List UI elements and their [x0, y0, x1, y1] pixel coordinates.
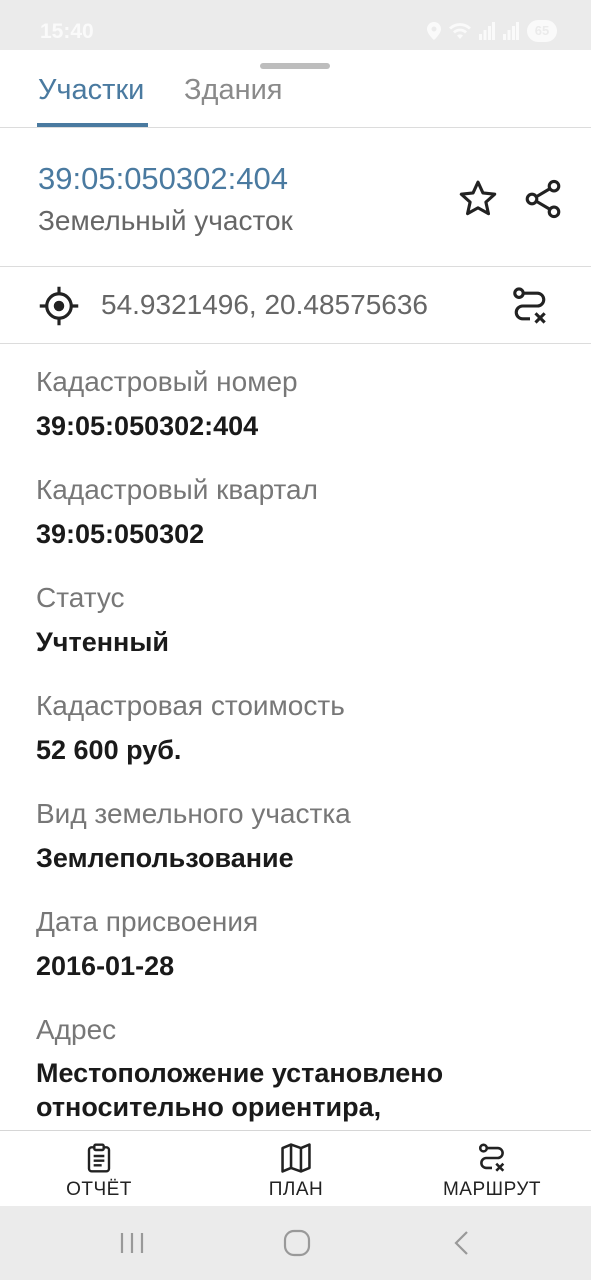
signal-icon: [503, 22, 519, 40]
bottom-nav: ОТЧЁТ ПЛАН МАРШРУТ: [0, 1130, 591, 1206]
field-land-type: Вид земельного участка Землепользование: [36, 792, 566, 900]
location-icon: [427, 22, 441, 40]
tab-parcels[interactable]: Участки: [38, 74, 144, 128]
coordinates-text: 54.9321496, 20.48575636: [101, 289, 428, 320]
field-address: Адрес Местоположение установлено относит…: [36, 1008, 566, 1122]
field-value: 39:05:050302: [36, 519, 205, 549]
share-icon[interactable]: [520, 177, 566, 221]
signal-icon: [479, 22, 495, 40]
active-tab-indicator: [37, 123, 148, 127]
field-label: Адрес: [36, 1014, 117, 1045]
field-value: 39:05:050302:404: [36, 411, 259, 441]
field-value: 2016-01-28: [36, 951, 175, 981]
status-icons: 65: [427, 20, 557, 42]
field-cadastral-value: Кадастровая стоимость 52 600 руб.: [36, 684, 566, 792]
back-icon[interactable]: [450, 1228, 474, 1258]
map-icon: [245, 1141, 347, 1175]
field-label: Кадастровая стоимость: [36, 690, 345, 721]
parcel-header: 39:05:050302:404 Земельный участок: [0, 128, 591, 267]
route-cancel-icon[interactable]: [508, 284, 552, 328]
tab-buildings[interactable]: Здания: [184, 74, 282, 128]
nav-label: ПЛАН: [268, 1179, 324, 1200]
parcel-type: Земельный участок: [38, 205, 293, 236]
field-value-line: относительно ориентира,: [36, 1092, 382, 1122]
field-value-line: Местоположение установлено: [36, 1058, 444, 1088]
nav-label: МАРШРУТ: [442, 1179, 542, 1200]
field-status: Статус Учтенный: [36, 576, 566, 684]
field-label: Дата присвоения: [36, 906, 259, 937]
field-assignment-date: Дата присвоения 2016-01-28: [36, 900, 566, 1008]
field-cadastral-quarter: Кадастровый квартал 39:05:050302: [36, 468, 566, 576]
home-icon[interactable]: [282, 1228, 312, 1258]
status-time: 15:40: [40, 20, 94, 43]
coordinates-row[interactable]: 54.9321496, 20.48575636: [0, 267, 591, 344]
nav-label: ОТЧЁТ: [66, 1179, 132, 1200]
nav-plan-button[interactable]: ПЛАН: [245, 1131, 347, 1207]
parcel-fields: Кадастровый номер 39:05:050302:404 Кадас…: [36, 360, 566, 1122]
status-bar: 15:40 65: [0, 0, 591, 50]
route-icon: [432, 1141, 552, 1175]
field-label: Статус: [36, 582, 125, 613]
battery-icon: 65: [527, 20, 557, 42]
star-icon[interactable]: [456, 177, 500, 221]
wifi-icon: [449, 22, 471, 40]
field-value: Учтенный: [36, 627, 169, 657]
nav-report-button[interactable]: ОТЧЁТ: [40, 1131, 158, 1207]
clipboard-icon: [40, 1141, 158, 1175]
recent-apps-icon[interactable]: [118, 1228, 146, 1258]
nav-route-button[interactable]: МАРШРУТ: [432, 1131, 552, 1207]
crosshair-icon: [38, 285, 80, 327]
parcel-id: 39:05:050302:404: [38, 161, 288, 196]
field-value: Землепользование: [36, 843, 294, 873]
field-label: Кадастровый номер: [36, 366, 298, 397]
field-cadastral-number: Кадастровый номер 39:05:050302:404: [36, 360, 566, 468]
field-label: Вид земельного участка: [36, 798, 351, 829]
drag-handle[interactable]: [260, 63, 330, 69]
tab-bar: Участки Здания: [0, 72, 591, 128]
field-value: 52 600 руб.: [36, 735, 182, 765]
field-label: Кадастровый квартал: [36, 474, 318, 505]
system-nav-bar: [0, 1206, 591, 1280]
parcel-sheet: Участки Здания 39:05:050302:404 Земельны…: [0, 50, 591, 1130]
